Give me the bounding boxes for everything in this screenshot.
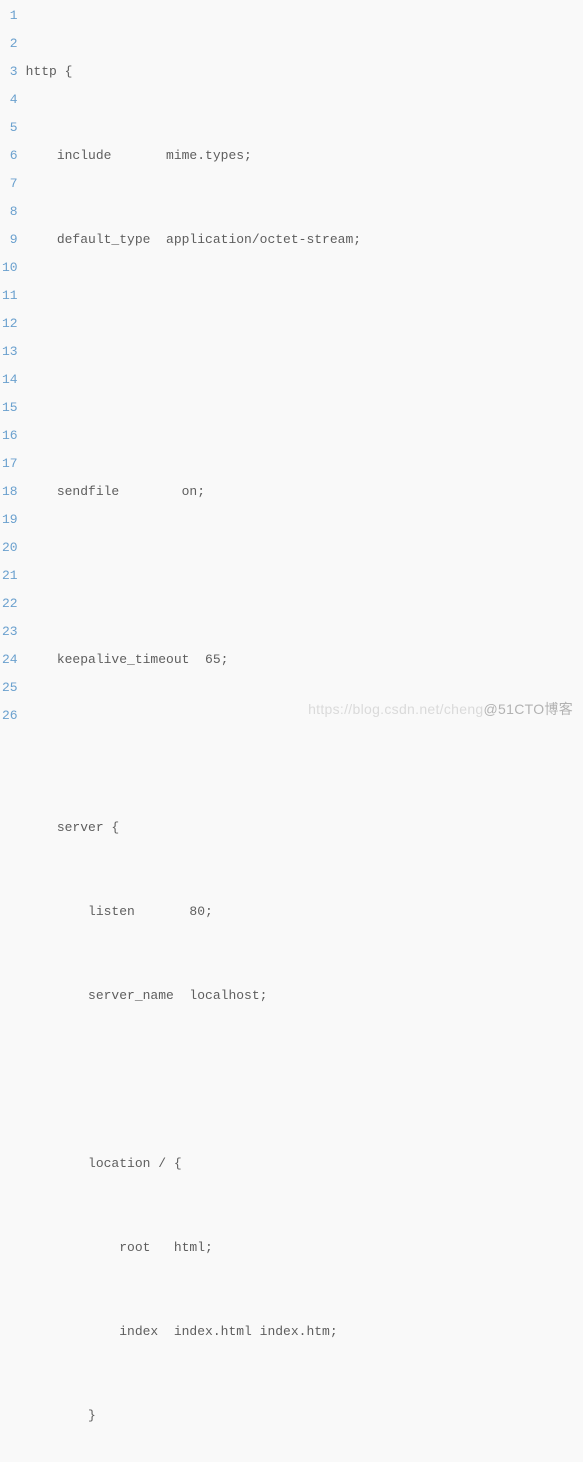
code-line: server {: [26, 814, 583, 842]
code-line: default_type application/octet-stream;: [26, 226, 583, 254]
line-number: 18: [0, 478, 20, 506]
code-line: server_name localhost;: [26, 982, 583, 1010]
line-number: 2: [0, 30, 20, 58]
line-number: 22: [0, 590, 20, 618]
line-number: 16: [0, 422, 20, 450]
line-number: 17: [0, 450, 20, 478]
line-number: 4: [0, 86, 20, 114]
line-number: 23: [0, 618, 20, 646]
line-number: 9: [0, 226, 20, 254]
line-number: 24: [0, 646, 20, 674]
code-line: keepalive_timeout 65;: [26, 646, 583, 674]
line-number: 26: [0, 702, 20, 730]
code-line: [26, 310, 583, 338]
line-number: 20: [0, 534, 20, 562]
line-number: 13: [0, 338, 20, 366]
line-number: 7: [0, 170, 20, 198]
line-number: 6: [0, 142, 20, 170]
code-line: index index.html index.htm;: [26, 1318, 583, 1346]
line-number: 3: [0, 58, 20, 86]
code-line: [26, 562, 583, 590]
code-line: [26, 730, 583, 758]
code-block: 1 2 3 4 5 6 7 8 9 10 11 12 13 14 15 16 1…: [0, 0, 583, 731]
code-line: [26, 1066, 583, 1094]
line-number: 8: [0, 198, 20, 226]
line-number: 21: [0, 562, 20, 590]
code-line: listen 80;: [26, 898, 583, 926]
line-number: 10: [0, 254, 20, 282]
code-line: http {: [26, 58, 583, 86]
line-number: 1: [0, 2, 20, 30]
line-number: 19: [0, 506, 20, 534]
line-number-gutter: 1 2 3 4 5 6 7 8 9 10 11 12 13 14 15 16 1…: [0, 0, 26, 731]
code-line: root html;: [26, 1234, 583, 1262]
line-number: 11: [0, 282, 20, 310]
code-line: include mime.types;: [26, 142, 583, 170]
code-line: }: [26, 1402, 583, 1430]
line-number: 15: [0, 394, 20, 422]
code-line: sendfile on;: [26, 478, 583, 506]
line-number: 14: [0, 366, 20, 394]
line-number: 5: [0, 114, 20, 142]
line-number: 25: [0, 674, 20, 702]
code-line: [26, 394, 583, 422]
line-number: 12: [0, 310, 20, 338]
code-content: http { include mime.types; default_type …: [26, 0, 583, 731]
code-line: location / {: [26, 1150, 583, 1178]
